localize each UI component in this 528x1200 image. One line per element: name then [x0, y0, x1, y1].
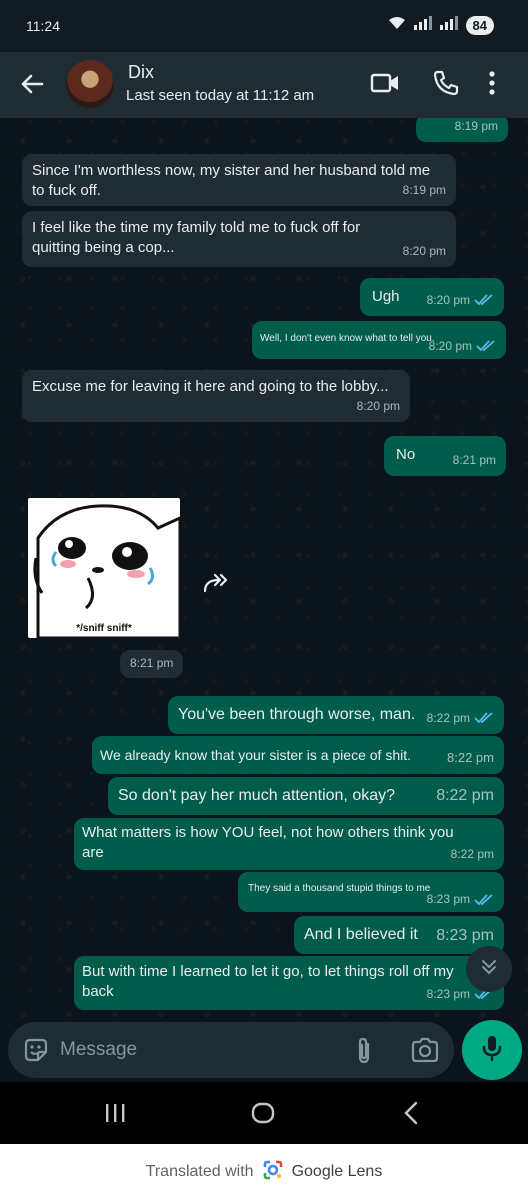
battery-indicator: 84 [465, 16, 494, 35]
phone-call-icon[interactable] [432, 69, 460, 102]
message-time: 8:23 pm [427, 893, 494, 906]
message-time: 8:20 pm [427, 290, 494, 310]
signal-icon [413, 16, 432, 35]
message-bubble[interactable]: Ugh 8:20 pm [360, 278, 504, 316]
recent-apps-icon[interactable] [104, 1102, 126, 1129]
message-time: 8:19 pm [454, 119, 498, 133]
message-bubble[interactable]: I feel like the time my family told me t… [22, 211, 456, 267]
system-navigation-bar [0, 1082, 528, 1144]
message-time: 8:23 pm [436, 927, 494, 944]
message-time: 8:22 pm [436, 787, 494, 804]
nav-back-icon[interactable] [400, 1100, 422, 1131]
message-input[interactable] [60, 1028, 340, 1072]
forward-icon[interactable] [202, 572, 230, 599]
message-bubble[interactable]: No 8:21 pm [384, 436, 506, 476]
wifi-icon [388, 16, 406, 35]
sticker-caption: */sniff sniff* [76, 623, 132, 634]
message-bubble[interactable]: They said a thousand stupid things to me… [238, 872, 504, 912]
voice-message-button[interactable] [462, 1020, 522, 1080]
attachment-paperclip-icon[interactable] [352, 1036, 376, 1071]
contact-name[interactable]: Dix [128, 62, 154, 83]
message-text: We already know that your sister is a pi… [100, 747, 411, 763]
message-composer [0, 1020, 528, 1082]
lens-prefix-text: Translated with [145, 1163, 254, 1180]
message-bubble[interactable]: 8:19 pm [416, 118, 508, 142]
message-time: 8:21 pm [452, 453, 496, 467]
double-chevron-down-icon [479, 957, 499, 982]
message-text: Since I'm worthless now, my sister and h… [32, 162, 431, 199]
message-input-container [8, 1022, 454, 1078]
scroll-to-bottom-button[interactable] [466, 946, 512, 992]
read-receipt-icon [474, 294, 494, 306]
message-time: 8:22 pm [447, 750, 494, 765]
message-bubble[interactable]: Excuse me for leaving it here and going … [22, 370, 410, 422]
read-receipt-icon [474, 712, 494, 724]
message-time: 8:22 pm [427, 708, 494, 728]
read-receipt-icon [474, 893, 494, 906]
sticker-emoji-icon[interactable] [22, 1036, 50, 1069]
avatar[interactable] [66, 60, 114, 108]
read-receipt-icon [476, 340, 496, 352]
signal-icon-2 [439, 16, 458, 35]
message-text: I feel like the time my family told me t… [32, 219, 361, 256]
microphone-icon [481, 1034, 503, 1067]
video-call-icon[interactable] [370, 71, 400, 100]
chat-area[interactable]: 8:19 pm Since I'm worthless now, my sist… [0, 118, 528, 1020]
chat-header: Dix Last seen today at 11:12 am [0, 52, 528, 118]
message-time: 8:20 pm [429, 339, 496, 353]
message-bubble[interactable]: We already know that your sister is a pi… [92, 736, 504, 774]
sticker-time: 8:21 pm [120, 650, 184, 678]
message-time: 8:20 pm [402, 244, 446, 258]
message-time: 8:19 pm [402, 183, 446, 197]
home-icon[interactable] [250, 1100, 276, 1131]
message-time: 8:22 pm [450, 847, 494, 861]
message-text: What matters is how YOU feel, not how ot… [82, 824, 454, 861]
more-options-icon[interactable] [488, 70, 496, 101]
camera-icon[interactable] [410, 1036, 440, 1069]
message-bubble[interactable]: So don't pay her much attention, okay? 8… [108, 777, 504, 815]
sticker-image[interactable]: */sniff sniff* [28, 498, 180, 638]
google-lens-banner: Translated with Google Lens [0, 1144, 528, 1200]
message-bubble[interactable]: You've been through worse, man. 8:22 pm [168, 696, 504, 734]
last-seen-status: Last seen today at 11:12 am [126, 87, 315, 104]
message-time: 8:20 pm [356, 399, 400, 413]
message-bubble[interactable]: What matters is how YOU feel, not how ot… [74, 818, 504, 870]
message-bubble[interactable]: But with time I learned to let it go, to… [74, 956, 504, 1010]
message-bubble[interactable]: And I believed it 8:23 pm [294, 916, 504, 954]
status-time: 11:24 [26, 18, 60, 34]
message-bubble[interactable]: Since I'm worthless now, my sister and h… [22, 154, 456, 206]
google-lens-icon [262, 1159, 284, 1186]
back-arrow-icon[interactable] [18, 70, 46, 98]
status-bar: 11:24 84 [0, 0, 528, 52]
status-icons: 84 [388, 16, 494, 35]
message-text: Excuse me for leaving it here and going … [32, 378, 389, 395]
message-bubble[interactable]: Well, I don't even know what to tell you… [252, 321, 506, 359]
lens-brand-text: Google Lens [291, 1163, 383, 1180]
message-text: But with time I learned to let it go, to… [82, 963, 454, 1000]
